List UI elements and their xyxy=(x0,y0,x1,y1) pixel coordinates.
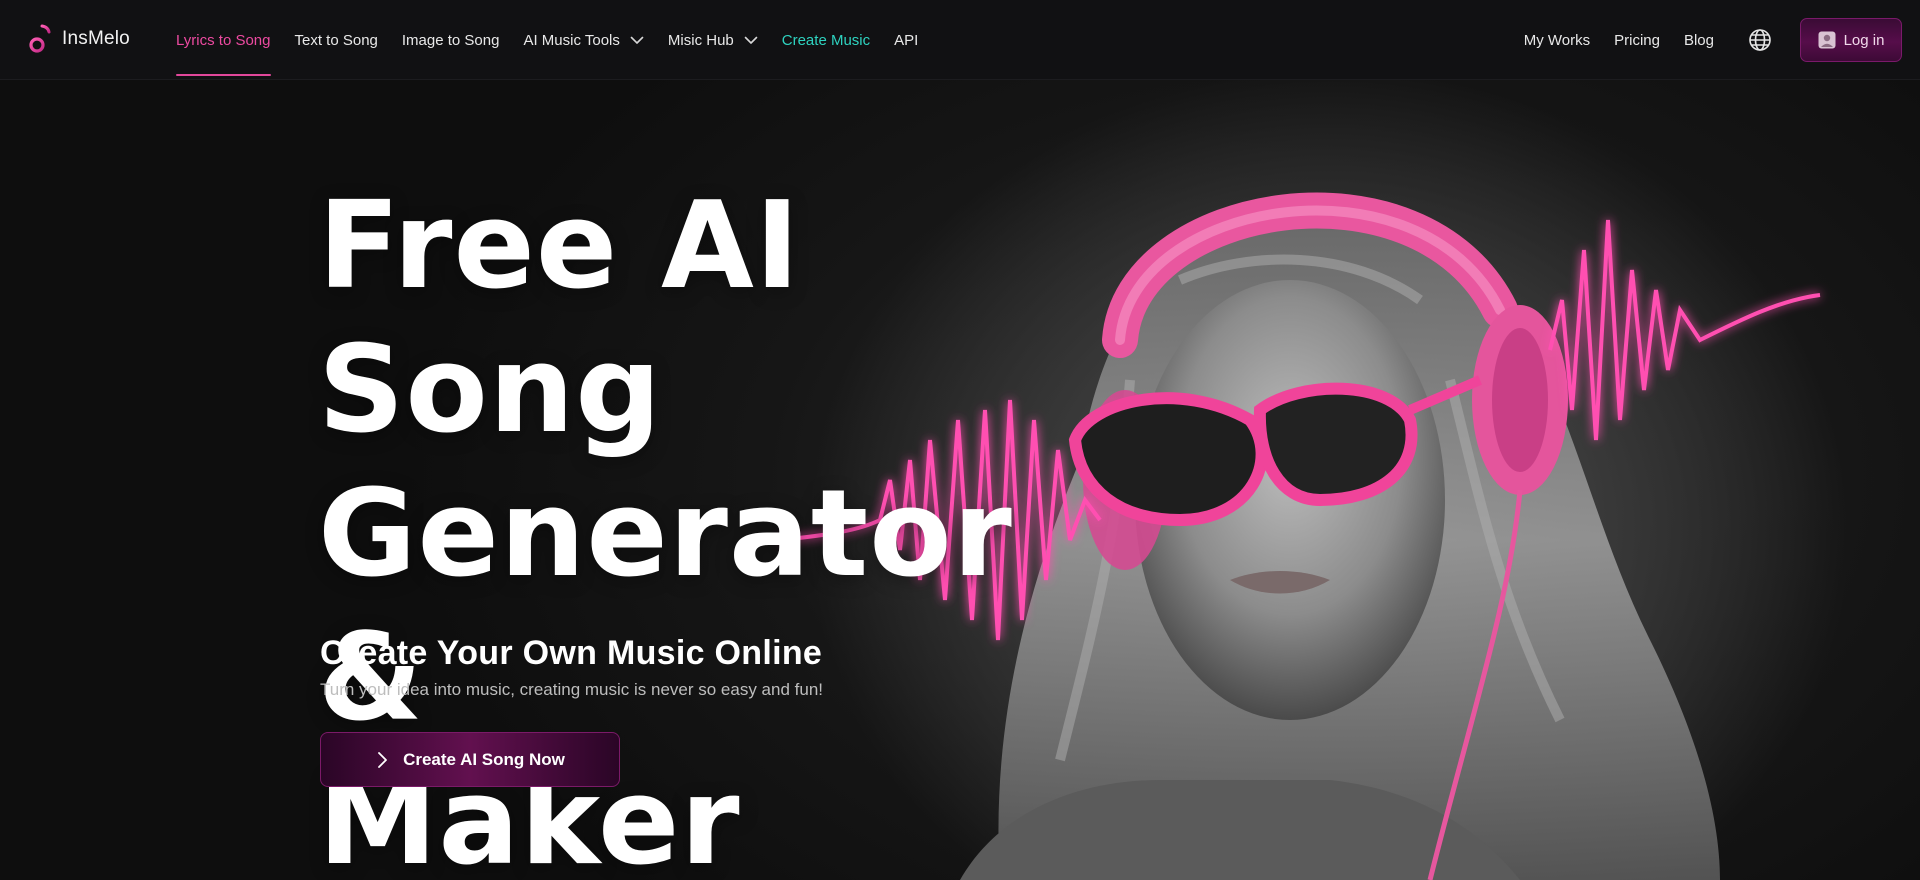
user-avatar-icon xyxy=(1818,31,1836,49)
hero-subtitle: Create Your Own Music Online xyxy=(320,634,823,672)
nav-create-music[interactable]: Create Music xyxy=(782,0,870,80)
chevron-right-icon xyxy=(378,751,387,768)
brand-logo-link[interactable]: InsMelo xyxy=(28,24,130,54)
nav-link-label: Create Music xyxy=(781,31,871,49)
nav-ai-music-tools-dropdown[interactable]: AI Music Tools xyxy=(523,0,644,80)
nav-pricing[interactable]: Pricing xyxy=(1614,0,1660,80)
nav-link-label: AI Music Tools xyxy=(523,31,620,49)
nav-link-label: My Works xyxy=(1523,31,1591,49)
chevron-down-icon xyxy=(744,36,758,44)
music-note-logo-icon xyxy=(29,24,51,53)
nav-link-label: Blog xyxy=(1683,31,1714,49)
top-navbar: InsMelo Lyrics to Song Text to Song Imag… xyxy=(0,0,1920,80)
nav-misic-hub-dropdown[interactable]: Misic Hub xyxy=(668,0,758,80)
hero-description: Turn your idea into music, creating musi… xyxy=(320,680,823,699)
nav-image-to-song[interactable]: Image to Song xyxy=(402,0,500,80)
nav-link-label: Lyrics to Song xyxy=(176,31,271,49)
nav-blog[interactable]: Blog xyxy=(1684,0,1714,80)
nav-api[interactable]: API xyxy=(894,0,918,80)
chevron-down-icon xyxy=(630,36,644,44)
globe-icon[interactable] xyxy=(1748,28,1772,52)
nav-link-label: Image to Song xyxy=(401,31,500,49)
cta-label: Create AI Song Now xyxy=(403,749,565,769)
nav-link-label: Misic Hub xyxy=(667,31,734,49)
brand-name: InsMelo xyxy=(62,28,130,49)
nav-link-label: Pricing xyxy=(1614,31,1660,49)
nav-lyrics-to-song[interactable]: Lyrics to Song xyxy=(176,0,271,80)
login-label: Log in xyxy=(1843,31,1885,49)
main-nav: Lyrics to Song Text to Song Image to Son… xyxy=(176,0,942,80)
hero-title-line: Free AI Song xyxy=(318,177,801,460)
hero-section: Free AI Song Generator & Maker Create Yo… xyxy=(0,80,1920,880)
nav-text-to-song[interactable]: Text to Song xyxy=(295,0,378,80)
nav-link-label: Text to Song xyxy=(294,31,378,49)
create-ai-song-button[interactable]: Create AI Song Now xyxy=(320,732,620,787)
login-button[interactable]: Log in xyxy=(1800,18,1902,62)
nav-link-label: API xyxy=(894,31,919,49)
nav-my-works[interactable]: My Works xyxy=(1524,0,1590,80)
hero-title-line: Generator & xyxy=(318,465,1013,748)
nav-right-group: My Works Pricing Blog Log in xyxy=(1524,0,1920,80)
